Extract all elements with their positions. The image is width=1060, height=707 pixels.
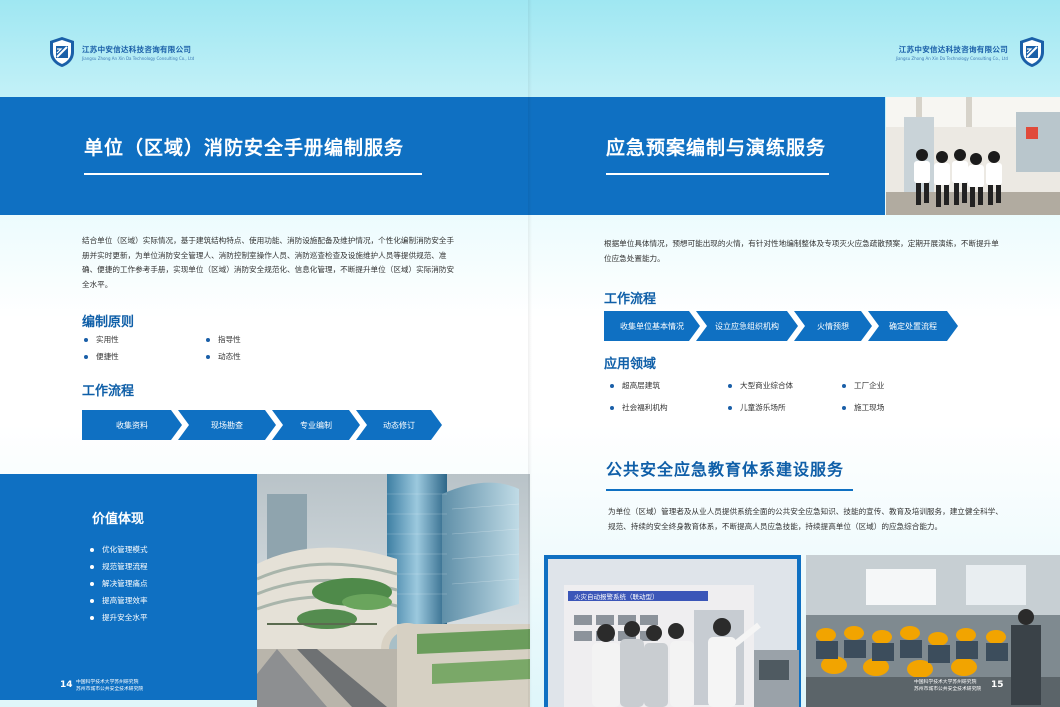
principles-title: 编制原则 [82, 315, 135, 330]
application-item: 大型商业综合体 [728, 380, 793, 391]
left-workflow-steps: 收集资料 现场勘查 专业编制 动态修订 [82, 410, 438, 440]
right-page: 江苏中安信达科技咨询有限公司 Jiangsu Zhong An Xin Da T… [530, 0, 1060, 707]
control-room-photo: 火灾自动报警系统（联动型） [544, 555, 801, 707]
bullet-dot-icon [728, 383, 732, 388]
application-item: 儿童游乐场所 [728, 402, 786, 413]
principle-item: 动态性 [206, 351, 241, 362]
bullet-dot-icon [842, 383, 846, 388]
value-item: 规范管理流程 [90, 561, 148, 572]
value-item: 提升安全水平 [90, 612, 148, 623]
shield-logo-icon [50, 37, 74, 67]
bullet-dot-icon [84, 354, 88, 359]
company-logo: 江苏中安信达科技咨询有限公司 Jiangsu Zhong An Xin Da T… [896, 36, 1046, 68]
page-number: 15 [991, 680, 1004, 690]
bullet-dot-icon [90, 598, 94, 603]
principle-item: 便捷性 [84, 351, 119, 362]
edu-title: 公共安全应急教育体系建设服务 [606, 460, 845, 479]
left-workflow-title: 工作流程 [82, 384, 135, 399]
principle-item: 实用性 [84, 334, 119, 345]
right-intro-text: 根据单位具体情况，预想可能出现的火情，有针对性地编制整体及专项灭火应急疏散预案，… [604, 239, 999, 263]
company-name-en: Jiangsu Zhong An Xin Da Technology Consu… [82, 55, 195, 61]
workflow-step: 收集单位基本情况 [604, 311, 700, 341]
bullet-dot-icon [90, 547, 94, 552]
bullet-dot-icon [206, 354, 210, 359]
workflow-step: 火情预想 [794, 311, 872, 341]
footer-institute: 中国科学技术大学苏州研究院 [914, 680, 977, 685]
footer-institute: 中国科学技术大学苏州研究院 [76, 680, 139, 685]
workflow-step: 确定处置流程 [868, 311, 958, 341]
building-photo [257, 474, 530, 707]
value-item: 提高管理效率 [90, 595, 148, 606]
principle-item: 指导性 [206, 334, 241, 345]
company-name-cn: 江苏中安信达科技咨询有限公司 [898, 44, 1008, 54]
workflow-step: 动态修订 [356, 410, 442, 440]
footer-institute: 苏州市城市公共安全技术研究院 [76, 687, 144, 692]
screen-sign: 火灾自动报警系统（联动型） [574, 592, 659, 601]
application-item: 超高层建筑 [610, 380, 660, 391]
workflow-step: 现场勘查 [178, 410, 276, 440]
value-title: 价值体现 [92, 512, 145, 527]
value-item: 解决管理痛点 [90, 578, 148, 589]
right-workflow-title: 工作流程 [604, 292, 657, 307]
drill-illustration [886, 97, 1060, 215]
workflow-step: 专业编制 [272, 410, 360, 440]
page-number: 14 [60, 680, 73, 690]
left-intro-text: 结合单位（区域）实际情况，基于建筑结构特点、使用功能、消防设施配备及维护情况，个… [82, 236, 455, 289]
footer-institute: 苏州市城市公共安全技术研究院 [914, 687, 982, 692]
bullet-dot-icon [206, 337, 210, 342]
brochure-spread: 江苏中安信达科技咨询有限公司 Jiangsu Zhong An Xin Da T… [0, 0, 1060, 707]
edu-title-underline [606, 489, 853, 491]
application-item: 社会福利机构 [610, 402, 668, 413]
left-page: 江苏中安信达科技咨询有限公司 Jiangsu Zhong An Xin Da T… [0, 0, 530, 707]
bullet-dot-icon [90, 581, 94, 586]
workflow-step: 收集资料 [82, 410, 182, 440]
company-name-en: Jiangsu Zhong An Xin Da Technology Consu… [895, 55, 1008, 61]
value-item: 优化管理模式 [90, 544, 148, 555]
building-illustration [257, 474, 530, 707]
right-banner-title: 应急预案编制与演练服务 [606, 137, 827, 159]
bullet-dot-icon [842, 405, 846, 410]
bullet-dot-icon [610, 383, 614, 388]
company-logo: 江苏中安信达科技咨询有限公司 Jiangsu Zhong An Xin Da T… [48, 36, 194, 68]
workflow-step: 设立应急组织机构 [696, 311, 798, 341]
bullet-dot-icon [90, 615, 94, 620]
shield-logo-icon [1020, 37, 1044, 67]
left-banner-title: 单位（区域）消防安全手册编制服务 [84, 137, 405, 159]
banner-underline [606, 173, 829, 175]
right-workflow-steps: 收集单位基本情况 设立应急组织机构 火情预想 确定处置流程 [604, 311, 954, 341]
left-title-banner: 单位（区域）消防安全手册编制服务 [0, 97, 530, 215]
bullet-dot-icon [90, 564, 94, 569]
application-item: 工厂企业 [842, 380, 884, 391]
bullet-dot-icon [728, 405, 732, 410]
application-item: 施工现场 [842, 402, 884, 413]
bullet-dot-icon [610, 405, 614, 410]
banner-underline [84, 173, 422, 175]
company-name-cn: 江苏中安信达科技咨询有限公司 [82, 44, 192, 54]
control-room-illustration: 火灾自动报警系统（联动型） [548, 559, 799, 707]
application-title: 应用领域 [604, 357, 657, 372]
bullet-dot-icon [84, 337, 88, 342]
right-title-banner: 应急预案编制与演练服务 [530, 97, 885, 215]
drill-photo [886, 97, 1060, 215]
edu-text: 为单位（区域）管理者及从业人员提供系统全面的公共安全应急知识、技能的宣传、教育及… [608, 507, 1003, 531]
page-fold [528, 0, 532, 707]
